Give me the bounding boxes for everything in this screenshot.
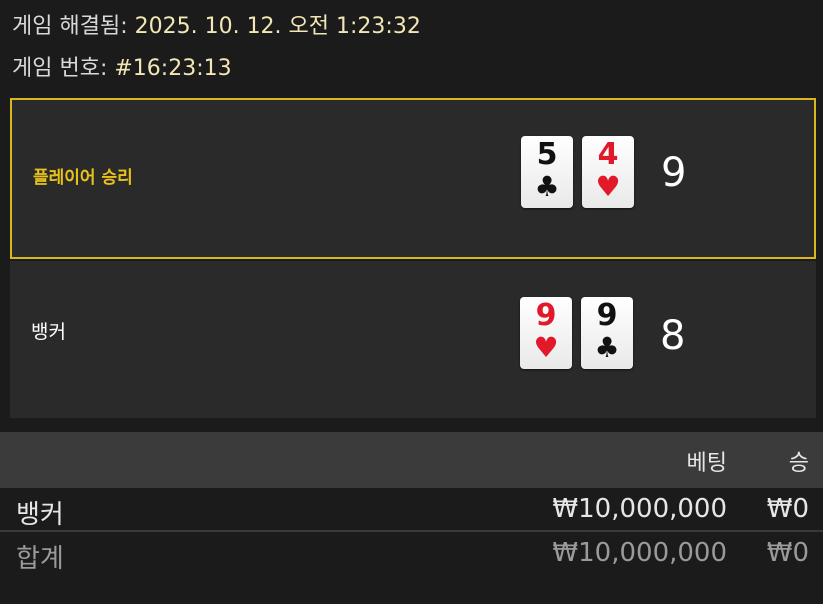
heart-suit-icon: ♥ — [595, 170, 621, 203]
banker-hand-total: 8 — [660, 313, 686, 359]
club-suit-icon: ♣ — [534, 170, 560, 203]
total-win-cell: ₩0 — [766, 538, 809, 568]
banker-card-2: 9 ♣ — [581, 297, 633, 369]
card-rank: 4 — [597, 137, 619, 172]
heart-suit-icon: ♥ — [533, 331, 559, 364]
game-number-line: 게임 번호: #16:23:13 — [12, 50, 232, 82]
player-hand-row: 플레이어 승리 5 ♣ 4 ♥ 9 — [10, 98, 816, 259]
card-rank: 9 — [596, 298, 618, 333]
card-rank: 9 — [535, 298, 557, 333]
total-row: 합계 ₩10,000,000 ₩0 — [0, 534, 823, 574]
game-number-label: 게임 번호: — [12, 56, 108, 81]
table-row: 뱅커 ₩10,000,000 ₩0 — [0, 490, 823, 532]
player-card-1: 5 ♣ — [521, 136, 573, 208]
banker-card-1: 9 ♥ — [520, 297, 572, 369]
game-resolved-line: 게임 해결됨: 2025. 10. 12. 오전 1:23:32 — [12, 8, 421, 40]
total-name-cell: 합계 — [16, 544, 64, 574]
player-hand-label: 플레이어 승리 — [33, 168, 133, 188]
bets-table-header: 베팅 승 — [0, 432, 823, 488]
win-column-header: 승 — [788, 451, 809, 476]
banker-hand-label: 뱅커 — [31, 321, 66, 343]
player-hand-total: 9 — [661, 150, 687, 196]
game-resolved-value: 2025. 10. 12. 오전 1:23:32 — [134, 14, 421, 39]
club-suit-icon: ♣ — [594, 331, 620, 364]
banker-hand-row: 뱅커 9 ♥ 9 ♣ 8 — [10, 261, 816, 418]
game-resolved-label: 게임 해결됨: — [12, 14, 128, 39]
card-rank: 5 — [536, 137, 558, 172]
bet-column-header: 베팅 — [686, 451, 727, 476]
bet-amount-cell: ₩10,000,000 — [552, 494, 727, 524]
player-card-2: 4 ♥ — [582, 136, 634, 208]
total-bet-cell: ₩10,000,000 — [552, 538, 727, 568]
bet-name-cell: 뱅커 — [16, 500, 64, 530]
game-number-value: #16:23:13 — [114, 56, 232, 81]
win-amount-cell: ₩0 — [766, 494, 809, 524]
